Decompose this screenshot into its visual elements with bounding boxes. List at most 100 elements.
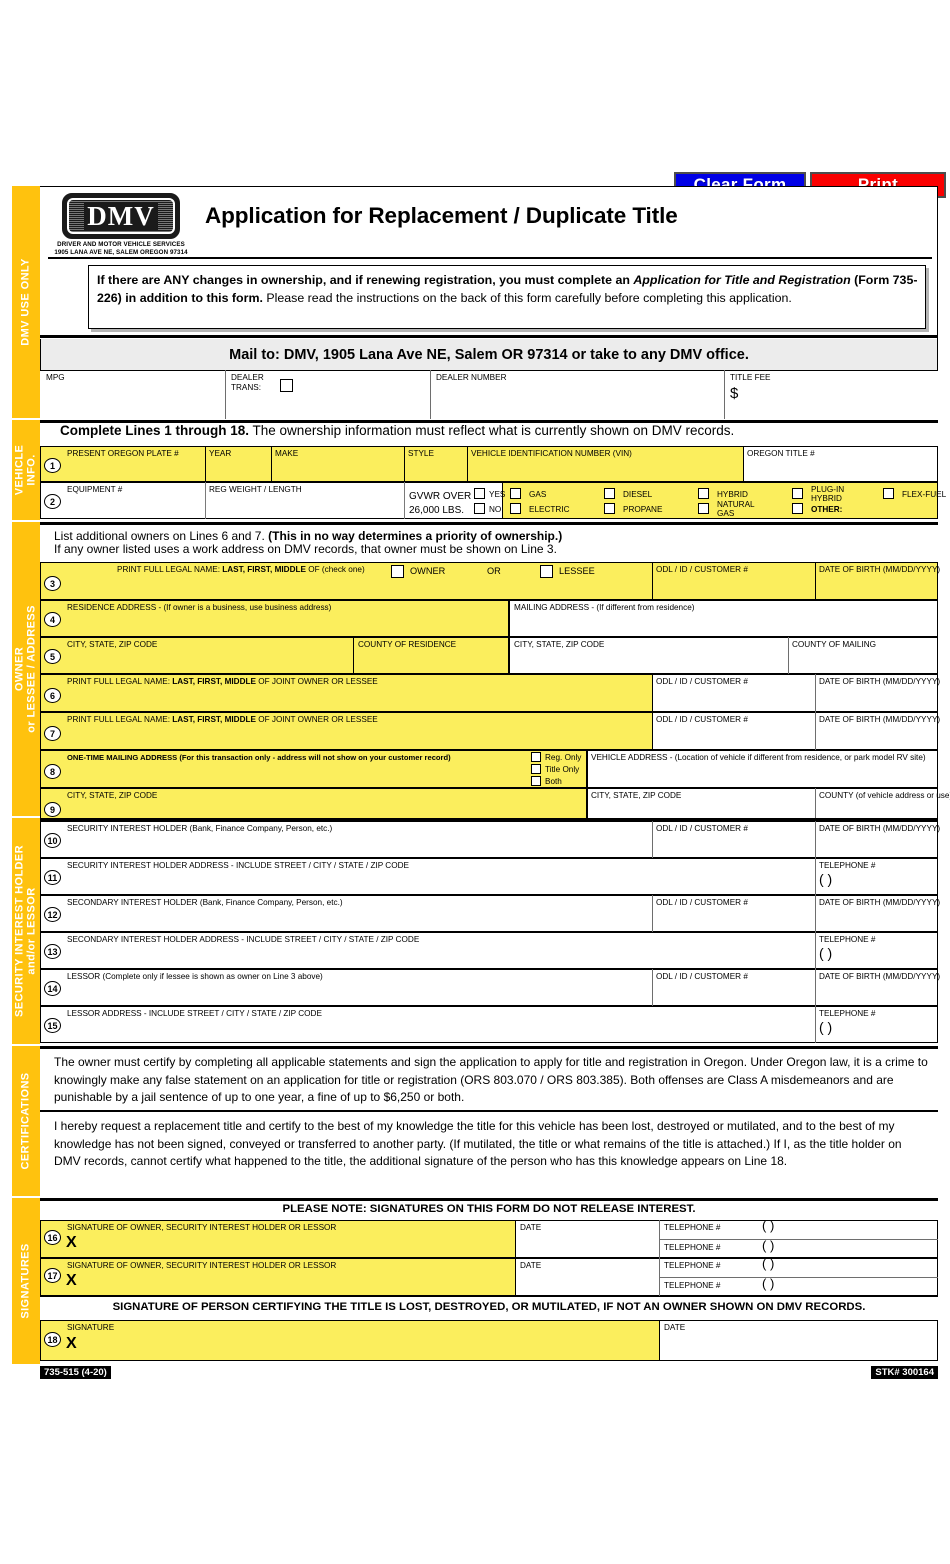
- mailing-address-label: MAILING ADDRESS - (If different from res…: [514, 603, 695, 612]
- line-number-7: 7: [44, 726, 61, 741]
- gvwr-yes-checkbox[interactable]: [474, 488, 485, 499]
- gvwr-no-checkbox[interactable]: [474, 503, 485, 514]
- hybrid-label: HYBRID: [717, 490, 748, 499]
- hybrid-checkbox[interactable]: [698, 488, 709, 499]
- line-number-14: 14: [44, 981, 61, 996]
- dmv-logo: DMV: [62, 193, 180, 239]
- line-13-tel-label: TELEPHONE #: [819, 935, 876, 944]
- line-6-dob-label: DATE OF BIRTH (MM/DD/YYYY): [819, 677, 941, 686]
- line-11-label: SECURITY INTEREST HOLDER ADDRESS - INCLU…: [67, 861, 409, 870]
- vehicle-info-block: Complete Lines 1 through 18. The ownersh…: [40, 420, 946, 520]
- reg-only-label: Reg. Only: [545, 753, 582, 762]
- header-divider: [48, 257, 932, 259]
- one-time-mailing-label: ONE-TIME MAILING ADDRESS (For this trans…: [67, 753, 451, 762]
- sig16-hdiv: [659, 1239, 938, 1240]
- propane-label: PROPANE: [623, 505, 663, 514]
- diesel-checkbox[interactable]: [604, 488, 615, 499]
- stock-number: STK# 300164: [871, 1366, 938, 1379]
- dealer-trans-label: DEALER TRANS:: [231, 373, 264, 392]
- owner-checkbox[interactable]: [391, 565, 404, 578]
- line-number-18: 18: [44, 1332, 61, 1347]
- v2-div-b: [404, 482, 405, 519]
- gvwr-yes-label: YES: [489, 490, 506, 499]
- sidebar-signatures: SIGNATURES: [12, 1198, 40, 1364]
- v-div-b: [271, 446, 272, 482]
- line-12-dob-label: DATE OF BIRTH (MM/DD/YYYY): [819, 898, 941, 907]
- both-checkbox[interactable]: [531, 776, 541, 786]
- natural-gas-checkbox[interactable]: [698, 503, 709, 514]
- line-16-tel2-label: TELEPHONE #: [664, 1243, 721, 1252]
- line-number-4: 4: [44, 612, 61, 627]
- flex-fuel-label: FLEX-FUEL: [902, 490, 947, 499]
- sidebar-owner-lessee: OWNER or LESSEE / ADDRESS: [12, 522, 40, 816]
- line-11-tel-parens: ( ): [819, 871, 833, 887]
- plate-label: PRESENT OREGON PLATE #: [67, 449, 179, 458]
- electric-checkbox[interactable]: [510, 503, 521, 514]
- title-only-checkbox[interactable]: [531, 764, 541, 774]
- reg-only-checkbox[interactable]: [531, 752, 541, 762]
- title-fee-dollar: $: [730, 385, 739, 402]
- reg-weight-label: REG WEIGHT / LENGTH: [209, 485, 302, 494]
- line-6-odl-label: ODL / ID / CUSTOMER #: [656, 677, 748, 686]
- vehicle-address-label: VEHICLE ADDRESS - (Location of vehicle i…: [591, 753, 926, 762]
- line-5-city-label: CITY, STATE, ZIP CODE: [67, 640, 158, 649]
- s10-div-b: [815, 821, 816, 858]
- vin-label: VEHICLE IDENTIFICATION NUMBER (VIN): [471, 449, 632, 458]
- gvwr-no-label: NO: [489, 505, 502, 514]
- o5-div-b: [788, 637, 789, 674]
- line-number-16: 16: [44, 1230, 61, 1245]
- cert-mid-rule: [40, 1110, 938, 1112]
- other-fuel-checkbox[interactable]: [792, 503, 803, 514]
- certifications-block: The owner must certify by completing all…: [40, 1046, 938, 1196]
- divider-3: [724, 370, 725, 419]
- line-15-label: LESSOR ADDRESS - INCLUDE STREET / CITY /…: [67, 1009, 322, 1018]
- diesel-label: DIESEL: [623, 490, 653, 499]
- o5-div-a: [353, 637, 354, 674]
- sidebar-label-signatures: SIGNATURES: [19, 1243, 32, 1319]
- v-div-d: [467, 446, 468, 482]
- sidebar-label-security-interest: SECURITY INTEREST HOLDER and/or LESSOR: [13, 845, 38, 1017]
- gas-checkbox[interactable]: [510, 488, 521, 499]
- or-label: OR: [487, 566, 501, 576]
- certification-paragraph-1: The owner must certify by completing all…: [54, 1055, 928, 1104]
- propane-checkbox[interactable]: [604, 503, 615, 514]
- line-10-label: SECURITY INTEREST HOLDER (Bank, Finance …: [67, 824, 333, 833]
- line-17-tel1-label: TELEPHONE #: [664, 1261, 721, 1270]
- residence-address-label: RESIDENCE ADDRESS - (If owner is a busin…: [67, 603, 332, 612]
- line-number-8: 8: [44, 764, 61, 779]
- line-13-label: SECONDARY INTEREST HOLDER ADDRESS - INCL…: [67, 935, 420, 944]
- form-page: Clear Form Print DMV USE ONLY VEHICLE INF…: [0, 0, 950, 1564]
- dmv-logo-subtitle: DRIVER AND MOTOR VEHICLE SERVICES 1905 LA…: [54, 241, 188, 256]
- sidebar-security-interest: SECURITY INTEREST HOLDER and/or LESSOR: [12, 818, 40, 1044]
- sidebar-label-vehicle-info: VEHICLE INFO.: [13, 444, 38, 496]
- security-block: 10 SECURITY INTEREST HOLDER (Bank, Finan…: [40, 818, 941, 1044]
- o6-div-a: [815, 674, 816, 712]
- lessee-checkbox[interactable]: [540, 565, 553, 578]
- dealer-trans-checkbox[interactable]: [280, 379, 293, 392]
- please-note-text: PLEASE NOTE: SIGNATURES ON THIS FORM DO …: [282, 1203, 696, 1215]
- line-18-date-field[interactable]: [659, 1320, 938, 1361]
- complete-lines-note: Complete Lines 1 through 18. The ownersh…: [60, 423, 735, 438]
- line-17-tel2-label: TELEPHONE #: [664, 1281, 721, 1290]
- v-div-c: [404, 446, 405, 482]
- signatures-block: PLEASE NOTE: SIGNATURES ON THIS FORM DO …: [40, 1198, 938, 1364]
- sidebar-dmv-use-only: DMV USE ONLY: [12, 186, 40, 418]
- line-number-1: 1: [44, 458, 61, 473]
- owner-note-line2: If any owner listed uses a work address …: [54, 542, 557, 556]
- o3-div-b: [815, 562, 816, 600]
- notice-bottom-rule: [40, 335, 938, 338]
- form-number: 735-515 (4-20): [40, 1366, 111, 1379]
- flex-fuel-checkbox[interactable]: [883, 488, 894, 499]
- s14-div-a: [652, 969, 653, 1006]
- line-16-date-label: DATE: [520, 1223, 542, 1232]
- s13-div-a: [815, 932, 816, 969]
- line-6-name-label: PRINT FULL LEGAL NAME: LAST, FIRST, MIDD…: [67, 677, 378, 686]
- s11-div-a: [815, 858, 816, 895]
- line-7-odl-label: ODL / ID / CUSTOMER #: [656, 715, 748, 724]
- line-18-signature-x: X: [66, 1335, 77, 1352]
- plugin-hybrid-checkbox[interactable]: [792, 488, 803, 499]
- mpg-label: MPG: [46, 373, 65, 382]
- lessee-option-label: LESSEE: [559, 566, 595, 576]
- line-14-dob-label: DATE OF BIRTH (MM/DD/YYYY): [819, 972, 941, 981]
- plugin-hybrid-label: PLUG-IN HYBRID: [811, 485, 845, 503]
